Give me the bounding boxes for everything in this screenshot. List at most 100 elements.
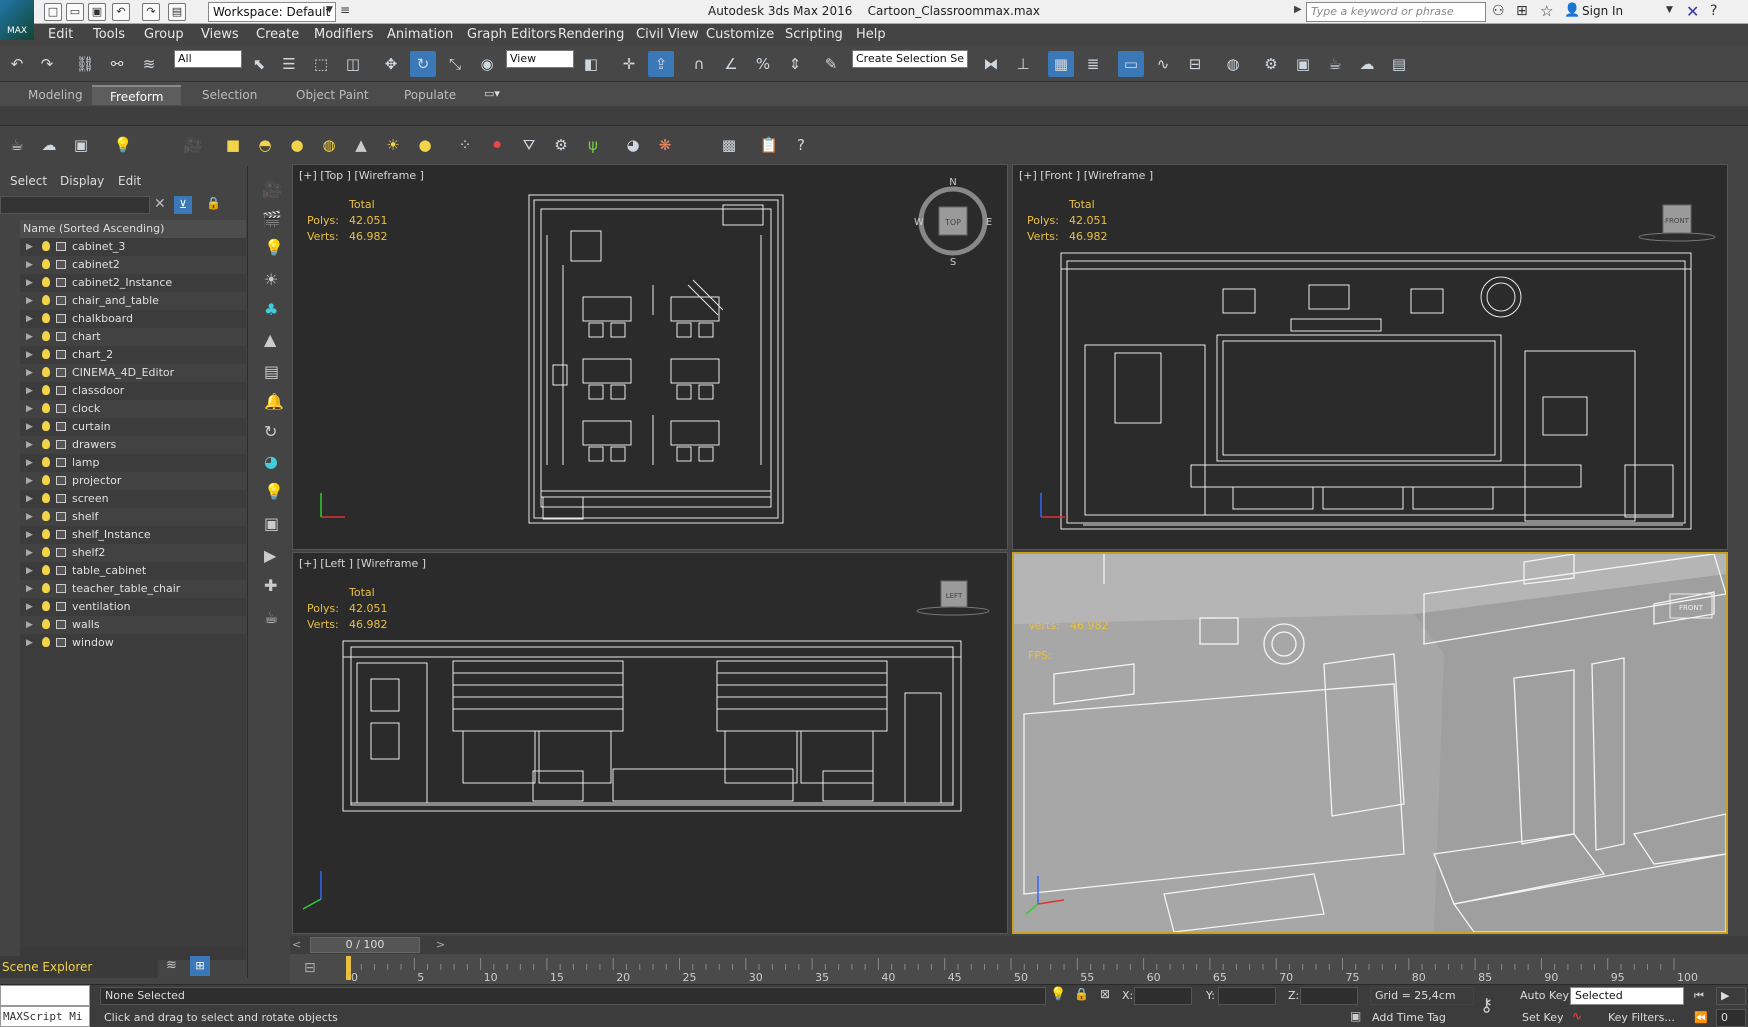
select-by-name-icon[interactable]: ☰ [276,51,302,77]
viewcube[interactable]: TOP N S E W [914,177,992,268]
expand-arrow-icon[interactable]: ▶ [26,328,33,346]
selection-lock-icon[interactable]: 🔒 [1074,987,1089,1001]
menu-graph-editors[interactable]: Graph Editors [467,27,556,42]
prev-frame-icon[interactable]: < [292,938,301,951]
visibility-bulb-icon[interactable] [42,565,50,575]
snaps-toggle-icon[interactable]: ∩ [686,51,712,77]
subscription-icon[interactable]: ⊞ [1516,3,1528,19]
open-file-icon[interactable]: ▭ [66,3,84,21]
list-item[interactable]: ▶ curtain [20,418,246,436]
maxscript-listener-top[interactable] [0,985,90,1006]
sphere-icon[interactable]: ● [284,132,310,158]
list-item[interactable]: ▶ clock [20,400,246,418]
manipulate-icon[interactable]: ✛ [616,51,642,77]
material-editor-icon[interactable]: ◍ [1220,51,1246,77]
redo-icon[interactable]: ↷ [34,51,60,77]
expand-arrow-icon[interactable]: ▶ [26,562,33,580]
schematic-view-icon[interactable]: ⊟ [1182,51,1208,77]
ribbon-options-icon[interactable]: ▭▾ [484,87,500,100]
list-item[interactable]: ▶ cabinet2 [20,256,246,274]
render-iterative-icon[interactable]: ☁ [1354,51,1380,77]
list-item[interactable]: ▶ chart [20,328,246,346]
visibility-bulb-icon[interactable] [42,313,50,323]
expand-arrow-icon[interactable]: ▶ [26,292,33,310]
list-item[interactable]: ▶ shelf_Instance [20,526,246,544]
menu-group[interactable]: Group [144,27,184,42]
teapot-icon[interactable]: ☕ [264,608,278,627]
visibility-bulb-icon[interactable] [42,385,50,395]
color-icon[interactable]: ❋ [652,132,678,158]
previous-key-icon[interactable]: ⏪ [1694,1011,1708,1024]
render-production-icon[interactable]: ☕ [1322,51,1348,77]
cloud-icon[interactable]: ☁ [36,132,62,158]
list-item[interactable]: ▶ ventilation [20,598,246,616]
sign-in-link[interactable]: Sign In [1582,4,1623,18]
visibility-bulb-icon[interactable] [42,475,50,485]
maxscript-mini-listener[interactable]: MAXScript Mi [0,1006,90,1027]
expand-arrow-icon[interactable]: ▶ [26,238,33,256]
expand-arrow-icon[interactable]: ▶ [26,526,33,544]
expand-arrow-icon[interactable]: ▶ [26,382,33,400]
bind-space-warp-icon[interactable]: ≋ [136,51,162,77]
visibility-bulb-icon[interactable] [42,277,50,287]
expand-arrow-icon[interactable]: ▶ [26,346,33,364]
chevron-right-icon[interactable]: ▶ [1294,4,1302,15]
hemisphere-icon[interactable]: ◓ [252,132,278,158]
explorer-search-input[interactable] [0,196,150,214]
spinner-snap-icon[interactable]: ⇕ [782,51,808,77]
bell-icon[interactable]: 🔔 [264,392,284,411]
expand-arrow-icon[interactable]: ▶ [26,436,33,454]
cone-icon[interactable]: ▲ [348,132,374,158]
viewcube[interactable]: FRONT [1638,204,1716,242]
hierarchy-icon[interactable]: ⊞ [190,956,210,976]
key-mode-dropdown[interactable]: Selected [1570,987,1684,1005]
visibility-bulb-icon[interactable] [42,421,50,431]
chevron-down-icon[interactable]: ▼ [326,5,333,15]
expand-arrow-icon[interactable]: ▶ [26,256,33,274]
shader-icon[interactable]: ◕ [264,452,278,471]
sheet-icon[interactable]: ▤ [264,362,279,381]
target-icon[interactable]: ✚ [264,576,277,595]
customize-quick-access-icon[interactable]: ≡ [340,3,350,17]
visibility-bulb-icon[interactable] [42,349,50,359]
list-item[interactable]: ▶ shelf2 [20,544,246,562]
material-sphere-icon[interactable]: ◕ [620,132,646,158]
expand-arrow-icon[interactable]: ▶ [26,616,33,634]
menu-customize[interactable]: Customize [706,27,774,42]
clear-search-icon[interactable]: ✕ [154,196,166,212]
set-key-button[interactable]: Set Key [1522,1011,1564,1024]
menu-rendering[interactable]: Rendering [558,27,624,42]
select-object-icon[interactable]: ⬉ [246,51,272,77]
sun-icon[interactable]: ☀ [380,132,406,158]
list-item[interactable]: ▶ screen [20,490,246,508]
mirror-icon[interactable]: ⧓ [978,51,1004,77]
camera-icon[interactable]: 🎥 [262,180,282,199]
list-item[interactable]: ▶ shelf [20,508,246,526]
menu-scripting[interactable]: Scripting [785,27,843,42]
select-scale-icon[interactable]: ⤡ [442,51,468,77]
isolate-selection-icon[interactable]: 💡 [1050,987,1066,1002]
select-rotate-icon[interactable]: ↻ [410,51,436,77]
window-icon[interactable]: ▣ [264,514,279,533]
list-item[interactable]: ▶ teacher_table_chair [20,580,246,598]
place-icon[interactable]: ◉ [474,51,500,77]
chevron-down-icon[interactable]: ▼ [1666,5,1673,15]
link-icon[interactable]: ⛓ [72,51,98,77]
new-file-icon[interactable]: □ [44,3,62,21]
tab-populate[interactable]: Populate [386,85,474,105]
sun-icon[interactable]: ☀ [264,270,278,289]
visibility-bulb-icon[interactable] [42,367,50,377]
time-tag-icon[interactable]: ▣ [1350,1009,1361,1023]
workspace-dropdown[interactable]: Workspace: Default [208,2,336,22]
render-in-cloud-icon[interactable]: ▤ [1386,51,1412,77]
save-icon[interactable]: ▣ [88,3,106,21]
list-item[interactable]: ▶ drawers [20,436,246,454]
tab-modeling[interactable]: Modeling [10,85,101,105]
expand-arrow-icon[interactable]: ▶ [26,598,33,616]
visibility-bulb-icon[interactable] [42,331,50,341]
visibility-bulb-icon[interactable] [42,493,50,503]
scene-explorer-selector[interactable]: Scene Explorer [0,956,158,978]
user-icon[interactable]: 👤 [1564,3,1580,18]
layer-explorer-icon[interactable]: ≣ [1080,51,1106,77]
list-item[interactable]: ▶ cabinet_3 [20,238,246,256]
